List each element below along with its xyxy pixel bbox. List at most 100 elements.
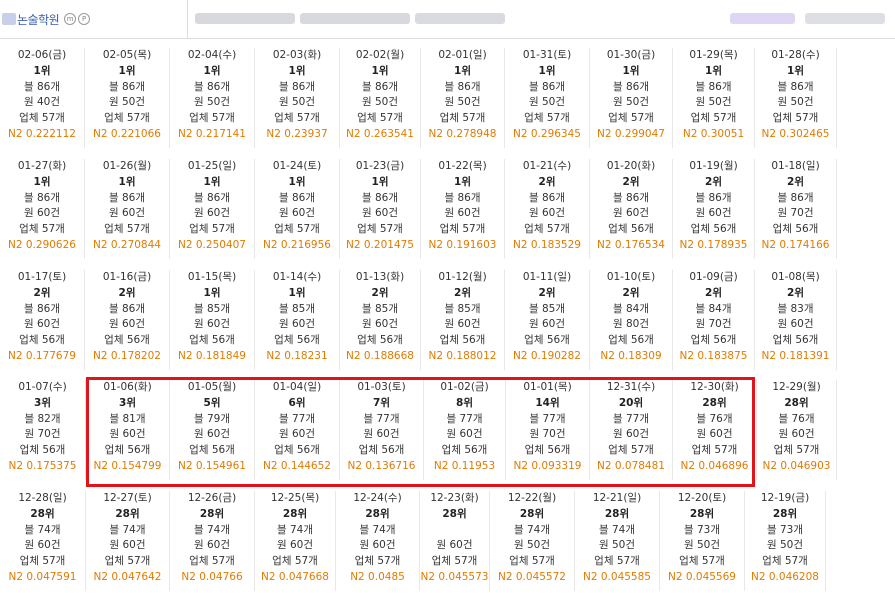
cell-n2-score: N2 0.047591	[8, 570, 77, 583]
cell-rank: 1위	[454, 64, 471, 77]
cell-blog-count: 블 86개	[108, 80, 146, 93]
cell-date: 01-31(토)	[522, 49, 572, 61]
cell-won-count: 원 60건	[359, 539, 396, 552]
cell-business-count: 업체 56개	[524, 334, 570, 347]
cell-won-count: 원 70건	[695, 318, 732, 331]
cell-date: 01-19(월)	[689, 160, 738, 172]
cell-rank: 1위	[118, 175, 136, 188]
day-cell: 01-09(금) 2위 블 84개 원 70건 업체 56개 N2 0.183875	[673, 270, 755, 370]
cell-blog-count: 블 85개	[528, 302, 566, 315]
cell-blog-count: 블 86개	[193, 80, 231, 93]
cell-business-count: 업체 57개	[691, 444, 738, 457]
cell-won-count: 원 60건	[612, 207, 650, 220]
cell-date: 12-27(토)	[103, 492, 152, 504]
cell-date: 01-16(금)	[102, 271, 152, 283]
pc-badge-icon: P	[78, 13, 91, 25]
cell-n2-score: N2 0.11953	[433, 459, 496, 472]
cell-date: 12-19(금)	[760, 492, 810, 504]
cell-n2-score: N2 0.174166	[761, 238, 830, 251]
cell-n2-score: N2 0.302465	[761, 127, 830, 140]
day-cell: 01-25(일) 1위 블 86개 원 60건 업체 57개 N2 0.250407	[170, 159, 255, 259]
cell-blog-count: 블 85개	[278, 302, 316, 315]
cell-rank: 14위	[535, 396, 560, 409]
cell-blog-count: 블 86개	[23, 191, 61, 204]
cell-business-count: 업체 56개	[189, 334, 235, 347]
cell-rank: 1위	[787, 64, 804, 77]
cell-blog-count: 블 84개	[695, 302, 732, 315]
blurred-text	[415, 13, 505, 24]
cell-n2-score: N2 0.217141	[178, 127, 246, 140]
cell-business-count: 업체 57개	[104, 555, 151, 568]
cell-rank: 7위	[373, 396, 390, 409]
cell-business-count: 업체 56개	[690, 334, 737, 347]
cell-rank: 1위	[705, 64, 722, 77]
cell-won-count: 원 80건	[612, 318, 650, 331]
cell-blog-count: 블 77개	[612, 412, 650, 425]
cell-rank: 28위	[772, 507, 798, 520]
day-cell: 01-20(화) 2위 블 86개 원 60건 업체 56개 N2 0.176534	[590, 159, 673, 259]
cell-n2-score: N2 0.045569	[668, 570, 736, 583]
cell-won-count: 원 60건	[109, 539, 146, 552]
day-cell: 01-27(화) 1위 블 86개 원 60건 업체 57개 N2 0.290626	[0, 159, 85, 259]
top-bar: 논술학원 m P	[0, 0, 895, 39]
cell-blog-count: 블 86개	[528, 191, 566, 204]
cell-business-count: 업체 57개	[354, 555, 401, 568]
cell-business-count: 업체 56개	[19, 334, 65, 347]
cell-blog-count: 블 85개	[444, 302, 481, 315]
cell-n2-score: N2 0.175375	[8, 459, 77, 472]
cell-business-count: 업체 56개	[772, 334, 819, 347]
cell-business-count: 업체 57개	[104, 223, 150, 236]
cell-rank: 2위	[622, 286, 640, 299]
brand-keyword[interactable]: 논술학원 m P	[2, 10, 91, 28]
day-cell: 01-18(일) 2위 블 86개 원 70건 업체 56개 N2 0.174166	[755, 159, 837, 259]
blurred-text	[195, 13, 295, 24]
day-cell: 01-29(목) 1위 블 86개 원 50건 업체 57개 N2 0.30051	[673, 48, 755, 148]
cell-n2-score: N2 0.190282	[513, 349, 581, 362]
cell-business-count: 업체 56개	[19, 444, 66, 457]
cell-blog-count: 블 86개	[612, 80, 650, 93]
cell-date: 01-13(화)	[355, 271, 405, 283]
header-divider	[187, 0, 188, 38]
cell-won-count: 원 60건	[278, 428, 316, 441]
cell-business-count: 업체 57개	[524, 223, 570, 236]
cell-n2-score: N2 0.04766	[181, 570, 243, 583]
cell-rank: 1위	[288, 286, 306, 299]
cell-won-count: 원 60건	[24, 539, 61, 552]
brand-keyword-label: 논술학원	[17, 12, 60, 27]
cell-won-count: 원 60건	[361, 318, 399, 331]
cell-blog-count: 블 74개	[513, 523, 551, 536]
cell-business-count: 업체 57개	[274, 223, 320, 236]
cell-n2-score: N2 0.136716	[347, 459, 416, 472]
cell-n2-score: N2 0.18231	[266, 349, 328, 362]
cell-date: 12-21(일)	[592, 492, 642, 504]
cell-n2-score: N2 0.183875	[679, 349, 748, 362]
day-cell: 12-22(월) 28위 블 74개 원 50건 업체 57개 N2 0.045572	[490, 491, 575, 591]
cell-date: 02-02(월)	[355, 49, 405, 61]
cell-n2-score: N2 0.250407	[178, 238, 246, 251]
cell-blog-count: 블 79개	[193, 412, 231, 425]
cell-blog-count: 블 86개	[361, 80, 399, 93]
cell-won-count: 원 70건	[529, 428, 566, 441]
cell-business-count: 업체 57개	[189, 112, 235, 125]
cell-business-count: 업체 56개	[189, 444, 235, 457]
day-cell: 12-30(화) 28위 블 76개 원 60건 업체 57개 N2 0.046896	[673, 380, 757, 480]
day-cell: 01-03(토) 7위 블 77개 원 60건 업체 56개 N2 0.136716	[340, 380, 424, 480]
cell-rank: 2위	[33, 286, 51, 299]
cell-n2-score: N2 0.176534	[597, 238, 665, 251]
cell-date: 01-24(토)	[272, 160, 322, 172]
cell-date: 12-30(화)	[690, 381, 739, 393]
cell-rank: 2위	[454, 286, 471, 299]
cell-date: 01-15(목)	[187, 271, 237, 283]
cell-date: 01-27(화)	[17, 160, 67, 172]
day-cell: 01-23(금) 1위 블 86개 원 60건 업체 57개 N2 0.201475	[340, 159, 421, 259]
cell-date: 01-06(화)	[103, 381, 152, 393]
cell-blog-count: 블 86개	[278, 191, 316, 204]
cell-won-count: 원 60건	[778, 428, 815, 441]
mobile-badge-icon: m	[64, 13, 77, 25]
cell-date: 12-24(수)	[353, 492, 402, 504]
cell-blog-count: 블 73개	[683, 523, 721, 536]
cell-date: 01-07(수)	[18, 381, 67, 393]
day-cell: 02-03(화) 1위 블 86개 원 50건 업체 57개 N2 0.23937	[255, 48, 340, 148]
cell-won-count: 원 50건	[278, 96, 316, 109]
cell-date: 01-28(수)	[771, 49, 820, 61]
